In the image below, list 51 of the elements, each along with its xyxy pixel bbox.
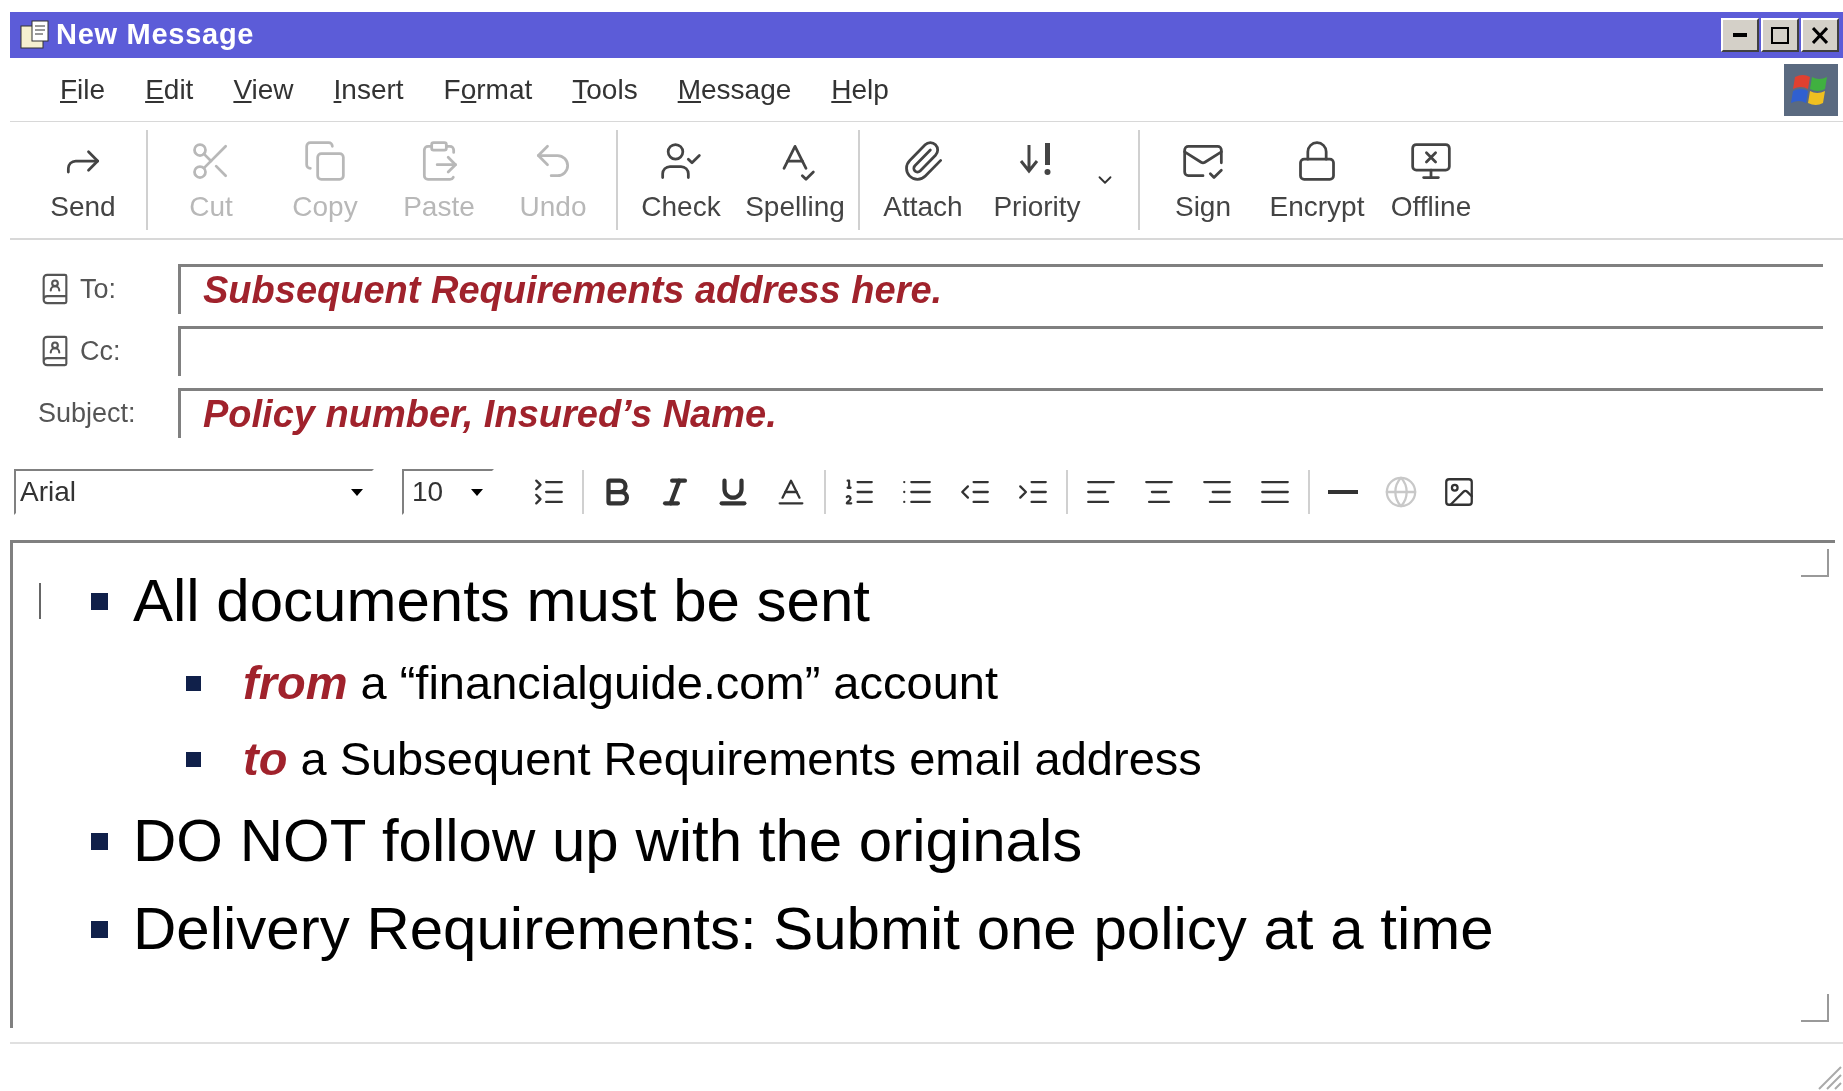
bullet-icon: [91, 592, 108, 610]
field-label: To:: [80, 272, 117, 306]
close-icon: [1812, 26, 1828, 44]
close-button[interactable]: [1801, 18, 1839, 52]
toolbar-button[interactable]: Spelling: [738, 126, 852, 234]
menu-item[interactable]: Format: [429, 68, 547, 111]
message-body[interactable]: All documents must be sent from a “financialguide.com” account to a Subsequent Requirements email address DO NOT follow up with the originals Delivery Requirements: Submit one policy at a time: [10, 540, 1835, 1028]
maximize-icon: [1771, 26, 1789, 44]
toolbar-button[interactable]: Priority: [980, 126, 1094, 234]
toolbar-button[interactable]: Offline: [1374, 126, 1488, 234]
bullet-text: from a “financialguide.com” account: [243, 654, 998, 711]
size-select[interactable]: 10: [402, 469, 494, 515]
input-field[interactable]: Policy number, Insured’s Name.: [178, 388, 1823, 438]
scroll-up-button[interactable]: [1801, 549, 1829, 577]
bullet-text: Delivery Requirements: Submit one policy at a time: [133, 894, 1494, 964]
menu-item[interactable]: Message: [663, 68, 806, 111]
toolbar-button[interactable]: Send: [26, 126, 140, 234]
font-select[interactable]: Arial: [14, 469, 374, 515]
bullet-text: to a Subsequent Requirements email address: [243, 730, 1202, 787]
toolbar-button[interactable]: Sign: [1146, 126, 1260, 234]
dropdown-arrow-icon: [471, 488, 483, 496]
image-icon: [1442, 475, 1476, 509]
field-label: Cc:: [80, 334, 121, 368]
bullet-icon: [91, 832, 108, 850]
field-label: Subject:: [38, 396, 136, 430]
bullet-icon: [91, 920, 108, 938]
message-icon: [18, 18, 52, 52]
minimize-icon: [1733, 33, 1747, 37]
copy-icon: [303, 139, 347, 183]
menu-item[interactable]: View: [219, 68, 308, 111]
scroll-down-button[interactable]: [1801, 994, 1829, 1022]
menu-item[interactable]: Tools: [558, 68, 652, 111]
window-title: New Message: [56, 17, 255, 53]
toolbar-button[interactable]: Check: [624, 126, 738, 234]
toolbar-button[interactable]: Encrypt: [1260, 126, 1374, 234]
toolbar-button[interactable]: Attach: [866, 126, 980, 234]
globe-icon: [1384, 475, 1418, 509]
minimize-button[interactable]: [1721, 18, 1759, 52]
maximize-button[interactable]: [1761, 18, 1799, 52]
bullet-icon: [186, 675, 201, 691]
dropdown-arrow-icon: [351, 488, 363, 496]
input-field[interactable]: Subsequent Requirements address here.: [178, 264, 1823, 314]
windows-logo-icon: [1783, 62, 1839, 117]
input-field[interactable]: [178, 326, 1823, 376]
menu-item[interactable]: Help: [817, 68, 903, 111]
menu-item[interactable]: Edit: [131, 68, 208, 111]
menu-item[interactable]: File: [46, 68, 120, 111]
menu-item[interactable]: Insert: [319, 68, 418, 111]
bullet-text: DO NOT follow up with the originals: [133, 806, 1083, 876]
bullet-icon: [186, 751, 201, 767]
bullet-text: All documents must be sent: [133, 566, 871, 636]
